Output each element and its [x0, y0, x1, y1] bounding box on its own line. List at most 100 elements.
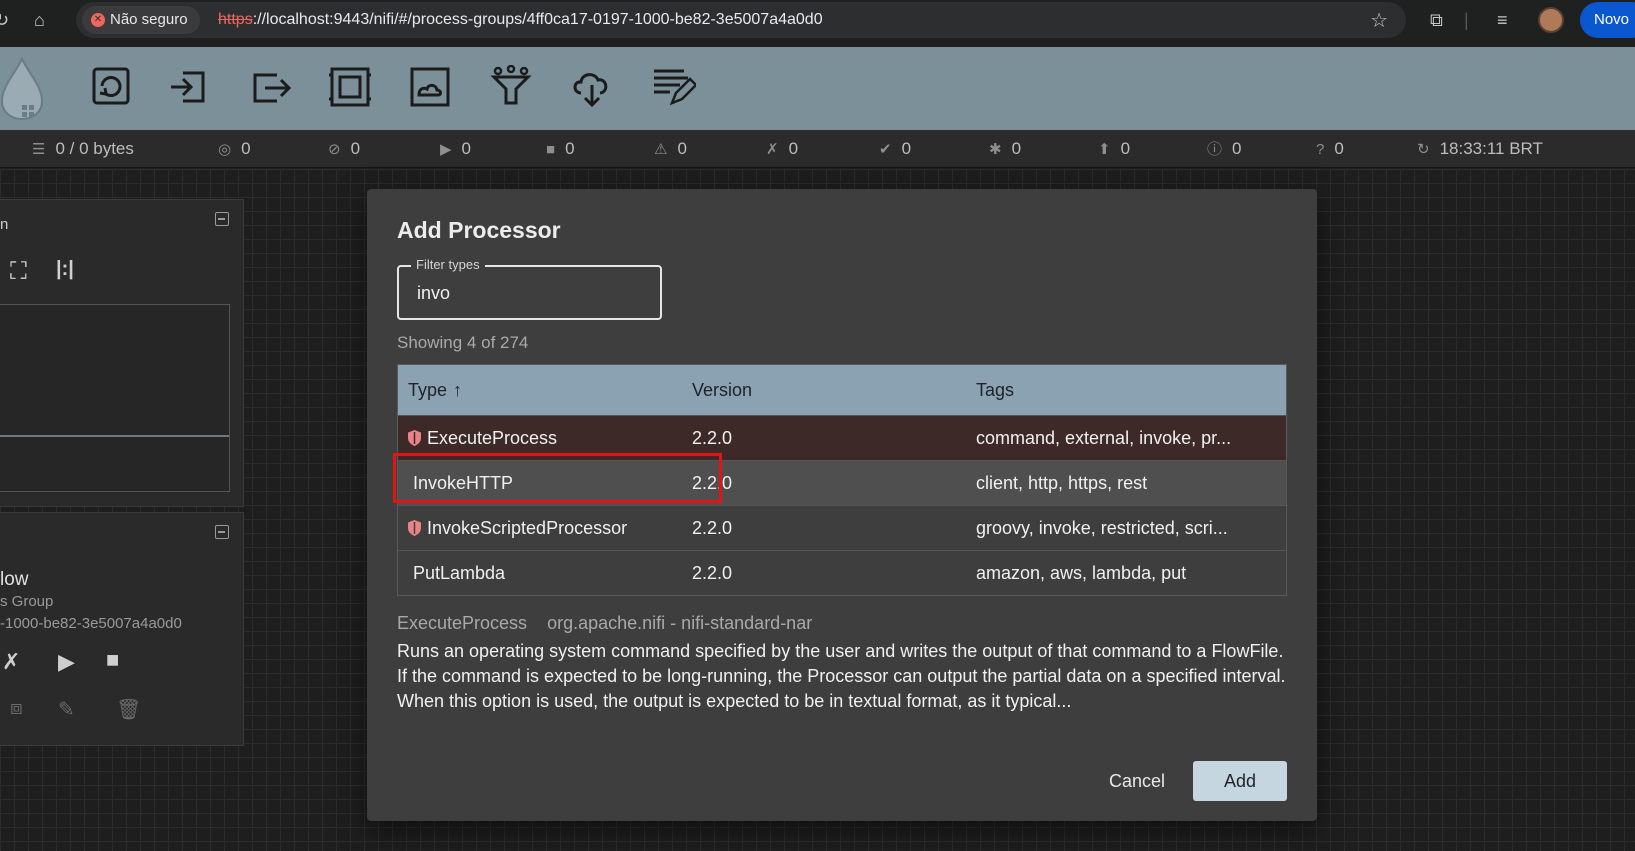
- row-type: InvokeHTTP: [413, 473, 514, 493]
- exclamation-circle-icon: ⓘ: [1207, 141, 1223, 158]
- operate-panel: low s Group -1000-be82-3e5007a4a0d0 ✗ ▶ …: [0, 512, 244, 746]
- operate-selection-id: -1000-be82-3e5007a4a0d0: [0, 615, 182, 632]
- selected-processor-type: ExecuteProcess: [397, 613, 528, 633]
- security-label: Não seguro: [110, 11, 188, 28]
- new-tab-button[interactable]: Novo: [1580, 2, 1635, 38]
- bookmark-star-icon[interactable]: ☆: [1370, 8, 1388, 33]
- address-bar[interactable]: ✕ Não seguro https://localhost:9443/nifi…: [76, 2, 1406, 38]
- actual-size-icon[interactable]: |:|: [56, 258, 74, 281]
- filter-types-label: Filter types: [411, 257, 485, 272]
- row-tags: amazon, aws, lambda, put: [976, 563, 1187, 583]
- restricted-shield-icon: [408, 520, 421, 536]
- group-icon[interactable]: ⧈: [10, 697, 23, 720]
- profile-avatar[interactable]: [1538, 7, 1564, 33]
- queue-list-icon: ☰: [32, 141, 46, 158]
- label-icon[interactable]: [650, 65, 698, 109]
- stale-stat: ⬆ 0: [1098, 139, 1131, 158]
- color-brush-icon[interactable]: ✎: [58, 697, 75, 722]
- fit-screen-icon[interactable]: ⛶: [10, 258, 27, 286]
- home-icon[interactable]: ⌂: [34, 8, 45, 32]
- nifi-logo-icon[interactable]: [0, 57, 44, 121]
- remote-process-group-icon[interactable]: [407, 65, 453, 109]
- not-secure-icon: ✕: [91, 13, 105, 27]
- template-icon[interactable]: [569, 65, 615, 109]
- stop-icon: ■: [546, 141, 556, 158]
- table-header: Type ↑ Version Tags: [398, 365, 1286, 415]
- row-type: InvokeScriptedProcessor: [427, 518, 628, 538]
- row-tags: command, external, invoke, pr...: [976, 428, 1232, 448]
- not-transmitting-icon: ⊘: [328, 141, 341, 158]
- locally-modified-stat: ✱ 0: [989, 139, 1022, 158]
- filter-types-input[interactable]: [417, 281, 647, 305]
- restricted-shield-icon: [408, 430, 421, 446]
- disabled-stat: ✗ 0: [766, 139, 799, 158]
- reload-icon[interactable]: ↻: [0, 8, 9, 32]
- toolbar-divider: |: [1464, 10, 1469, 30]
- operate-selection-type: s Group: [0, 593, 54, 610]
- navigate-panel-title: n: [0, 216, 9, 233]
- browser-toolbar: ↻ ⌂ ✕ Não seguro https://localhost:9443/…: [0, 0, 1635, 40]
- refresh-icon[interactable]: ↻: [1417, 141, 1430, 158]
- type-column-header[interactable]: Type ↑: [408, 365, 462, 415]
- invalid-stat: ⚠ 0: [654, 139, 687, 158]
- reading-list-icon[interactable]: ≡: [1497, 8, 1508, 32]
- selected-processor-bundle: org.apache.nifi - nifi-standard-nar: [547, 613, 813, 633]
- unknown-stat: ? 0: [1316, 139, 1344, 158]
- warning-icon: ⚠: [654, 141, 668, 158]
- processor-types-table: Type ↑ Version Tags ExecuteProcess 2.2.0 …: [397, 364, 1287, 596]
- birdseye-viewport-line: [0, 435, 229, 437]
- question-icon: ?: [1316, 141, 1325, 158]
- sync-failure-stat: ⓘ 0: [1207, 139, 1242, 158]
- flow-status-bar: ☰ 0 / 0 bytes ◎ 0 ⊘ 0 ▶ 0 ■ 0 ⚠ 0 ✗ 0 ✔ 0 ✱ 0 ⬆ 0 …: [0, 130, 1635, 168]
- nifi-toolbar: [0, 47, 1635, 130]
- selected-processor-header: ExecuteProcess org.apache.nifi - nifi-sta…: [397, 613, 812, 634]
- collapse-icon[interactable]: [215, 525, 229, 539]
- add-button[interactable]: Add: [1193, 761, 1287, 801]
- process-group-icon[interactable]: [327, 65, 373, 109]
- sort-ascending-icon: ↑: [453, 380, 463, 400]
- refresh-stat[interactable]: ↻ 18:33:11 BRT: [1417, 130, 1543, 169]
- stop-icon[interactable]: ■: [106, 647, 119, 673]
- row-version: 2.2.0: [692, 428, 733, 448]
- start-icon[interactable]: ▶: [58, 649, 75, 675]
- input-port-icon[interactable]: [167, 65, 213, 109]
- row-tags: client, http, https, rest: [976, 473, 1148, 493]
- table-row[interactable]: PutLambda 2.2.0 amazon, aws, lambda, put: [398, 550, 1286, 595]
- delete-trash-icon[interactable]: 🗑: [116, 697, 141, 722]
- table-row[interactable]: ExecuteProcess 2.2.0 command, external, …: [398, 415, 1286, 460]
- extensions-icon[interactable]: ⧉: [1430, 8, 1443, 32]
- row-version: 2.2.0: [692, 518, 733, 538]
- cancel-button[interactable]: Cancel: [1087, 761, 1187, 801]
- row-version: 2.2.0: [692, 563, 733, 583]
- running-stat: ▶ 0: [440, 139, 472, 158]
- asterisk-icon: ✱: [989, 141, 1002, 158]
- birdseye-view[interactable]: [0, 304, 230, 492]
- table-row[interactable]: InvokeScriptedProcessor 2.2.0 groovy, in…: [398, 505, 1286, 550]
- row-type: PutLambda: [413, 563, 506, 583]
- url-text[interactable]: https://localhost:9443/nifi/#/process-gr…: [218, 2, 823, 38]
- dialog-title: Add Processor: [397, 217, 561, 243]
- output-port-icon[interactable]: [247, 65, 293, 109]
- not-transmitting-stat: ⊘ 0: [328, 139, 361, 158]
- up-to-date-stat: ✔ 0: [879, 139, 912, 158]
- security-chip[interactable]: ✕ Não seguro: [82, 6, 200, 34]
- transmitting-icon: ◎: [218, 141, 232, 158]
- showing-count: Showing 4 of 274: [397, 333, 529, 352]
- funnel-icon[interactable]: [488, 64, 534, 109]
- transmitting-stat: ◎ 0: [218, 139, 251, 158]
- processor-icon[interactable]: [88, 65, 134, 109]
- tags-column-header[interactable]: Tags: [976, 365, 1014, 415]
- table-row[interactable]: InvokeHTTP 2.2.0 client, http, https, re…: [398, 460, 1286, 505]
- navigate-panel: n ⛶ |:|: [0, 199, 244, 507]
- filter-types-field[interactable]: Filter types: [397, 257, 662, 320]
- collapse-icon[interactable]: [215, 212, 229, 226]
- operate-selection-name: low: [0, 569, 29, 590]
- disabled-icon: ✗: [766, 141, 779, 158]
- check-icon: ✔: [879, 141, 892, 158]
- version-column-header[interactable]: Version: [692, 365, 752, 415]
- stopped-stat: ■ 0: [546, 139, 575, 158]
- disable-icon[interactable]: ✗: [2, 649, 20, 675]
- row-tags: groovy, invoke, restricted, scri...: [976, 518, 1228, 538]
- url-scheme: https: [218, 11, 253, 28]
- row-type: ExecuteProcess: [427, 428, 558, 448]
